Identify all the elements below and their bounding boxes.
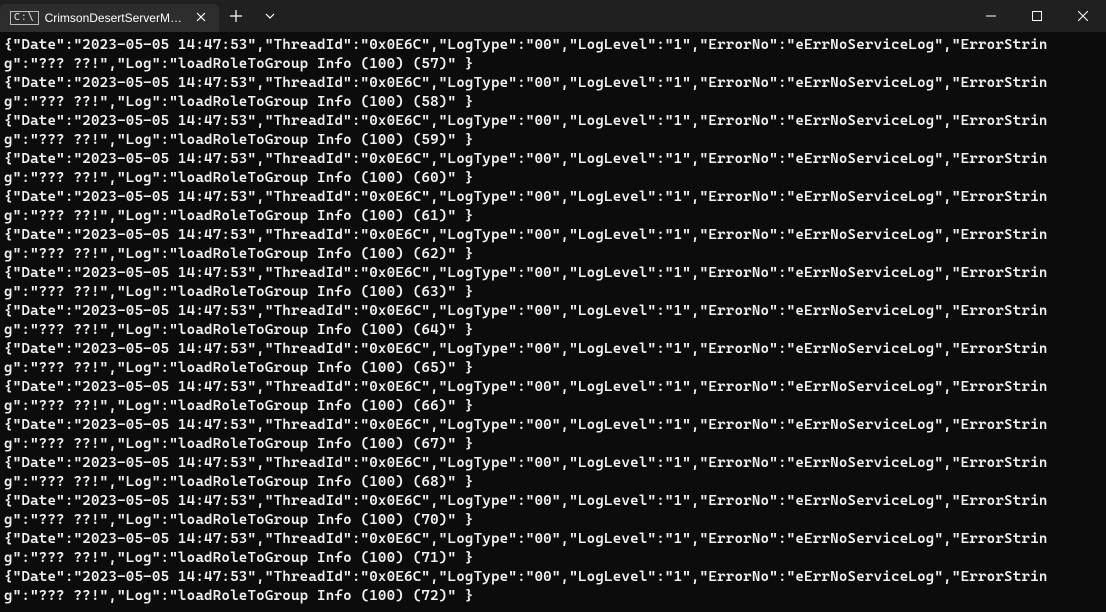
maximize-button[interactable] <box>1014 0 1060 32</box>
window-controls <box>968 0 1106 32</box>
close-icon <box>196 12 206 22</box>
log-line: {"Date":"2023-05-05 14:47:53","ThreadId"… <box>4 264 1102 302</box>
terminal-icon: C:\ <box>10 11 39 25</box>
new-tab-button[interactable] <box>219 0 253 32</box>
log-line: {"Date":"2023-05-05 14:47:53","ThreadId"… <box>4 530 1102 568</box>
plus-icon <box>230 10 242 22</box>
window-close-button[interactable] <box>1060 0 1106 32</box>
tab-title: CrimsonDesertServerManager <box>45 11 185 25</box>
maximize-icon <box>1032 11 1042 21</box>
tab-strip: C:\ CrimsonDesertServerManager <box>0 0 968 32</box>
minimize-button[interactable] <box>968 0 1014 32</box>
log-line: {"Date":"2023-05-05 14:47:53","ThreadId"… <box>4 492 1102 530</box>
log-line: {"Date":"2023-05-05 14:47:53","ThreadId"… <box>4 568 1102 606</box>
terminal-output[interactable]: {"Date":"2023-05-05 14:47:53","ThreadId"… <box>0 32 1106 606</box>
window-titlebar: C:\ CrimsonDesertServerManager <box>0 0 1106 32</box>
log-line: {"Date":"2023-05-05 14:47:53","ThreadId"… <box>4 36 1102 74</box>
log-line: {"Date":"2023-05-05 14:47:53","ThreadId"… <box>4 416 1102 454</box>
close-icon <box>1078 11 1088 21</box>
log-line: {"Date":"2023-05-05 14:47:53","ThreadId"… <box>4 378 1102 416</box>
tab-dropdown-button[interactable] <box>253 0 287 32</box>
log-line: {"Date":"2023-05-05 14:47:53","ThreadId"… <box>4 302 1102 340</box>
log-line: {"Date":"2023-05-05 14:47:53","ThreadId"… <box>4 454 1102 492</box>
active-tab[interactable]: C:\ CrimsonDesertServerManager <box>0 4 219 32</box>
log-line: {"Date":"2023-05-05 14:47:53","ThreadId"… <box>4 188 1102 226</box>
chevron-down-icon <box>265 11 275 21</box>
log-line: {"Date":"2023-05-05 14:47:53","ThreadId"… <box>4 74 1102 112</box>
log-line: {"Date":"2023-05-05 14:47:53","ThreadId"… <box>4 340 1102 378</box>
log-line: {"Date":"2023-05-05 14:47:53","ThreadId"… <box>4 226 1102 264</box>
close-tab-button[interactable] <box>191 9 211 27</box>
log-line: {"Date":"2023-05-05 14:47:53","ThreadId"… <box>4 112 1102 150</box>
log-line: {"Date":"2023-05-05 14:47:53","ThreadId"… <box>4 150 1102 188</box>
minimize-icon <box>986 11 996 21</box>
